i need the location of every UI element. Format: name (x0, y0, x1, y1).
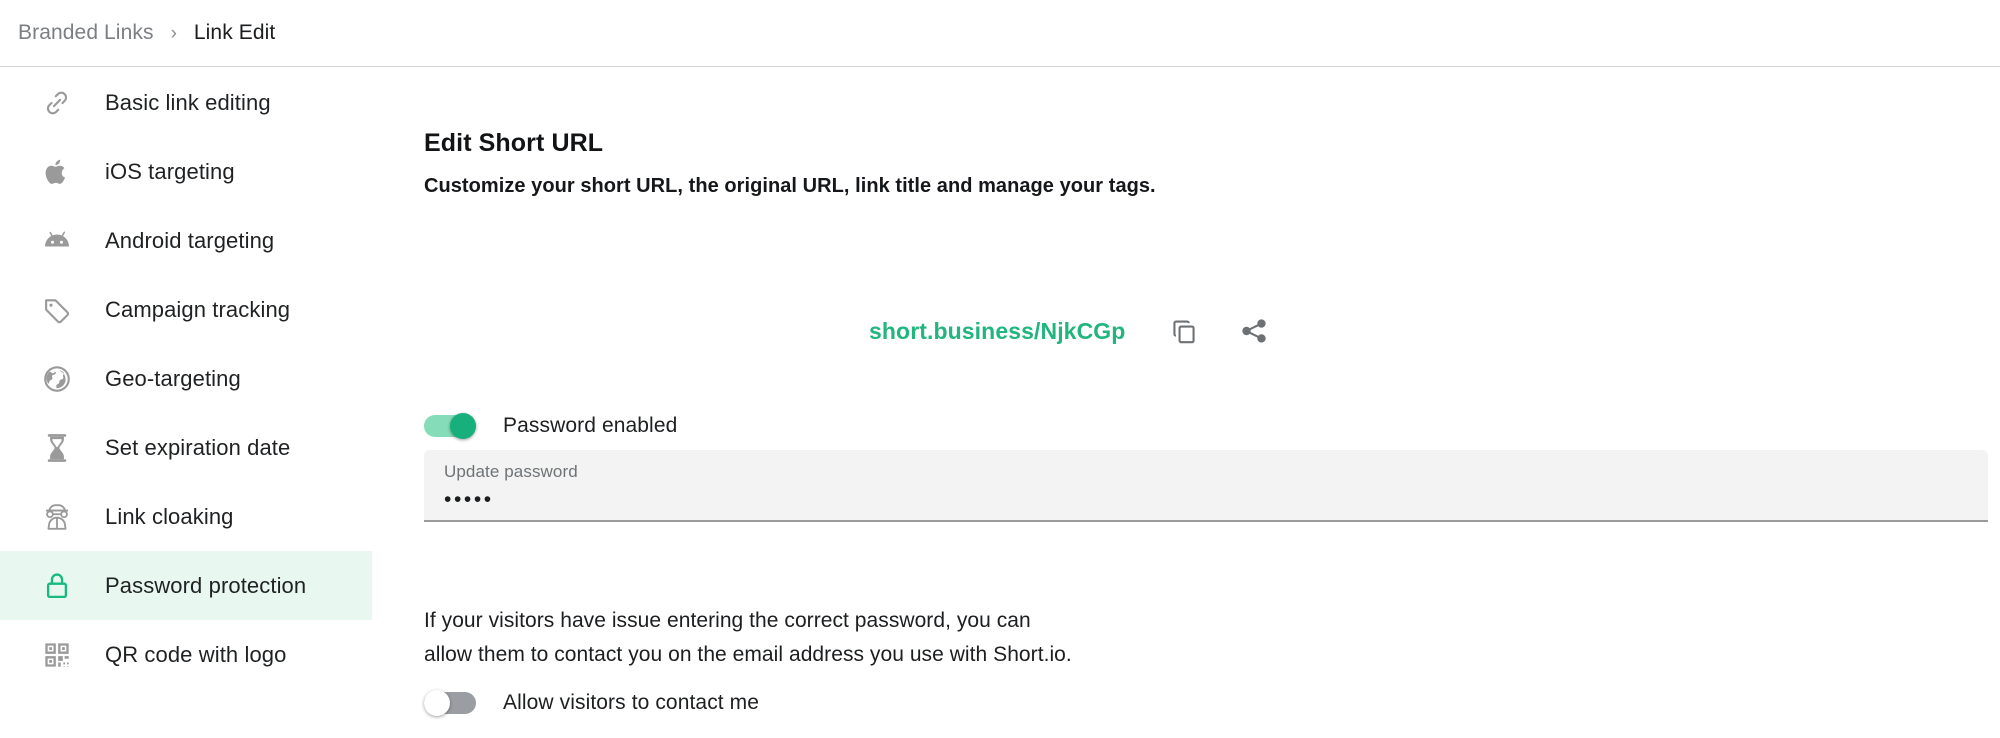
short-url-link[interactable]: short.business/NjkCGp (869, 318, 1125, 345)
sidebar-item-label: QR code with logo (105, 641, 287, 667)
helper-line-1: If your visitors have issue entering the… (424, 609, 1031, 632)
sidebar-item-label: iOS targeting (105, 158, 235, 184)
update-password-field[interactable]: Update password ••••• (424, 450, 1988, 522)
update-password-label: Update password (444, 462, 578, 481)
page-title: Edit Short URL (424, 129, 604, 157)
sidebar-item-set-expiration-date[interactable]: Set expiration date (0, 413, 372, 482)
breadcrumb-bar: Branded Links › Link Edit (0, 0, 2000, 67)
sidebar-nav: Basic link editing iOS targeting Android… (0, 68, 372, 738)
sidebar-item-label: Link cloaking (105, 503, 234, 529)
password-enabled-toggle[interactable] (424, 413, 476, 439)
sidebar-item-label: Set expiration date (105, 434, 291, 460)
main-content: Edit Short URL Customize your short URL,… (424, 68, 2000, 738)
spy-icon (40, 500, 74, 534)
breadcrumb: Branded Links › Link Edit (0, 21, 275, 45)
update-password-input[interactable]: ••••• (444, 488, 494, 512)
sidebar-item-android-targeting[interactable]: Android targeting (0, 206, 372, 275)
sidebar-item-label: Basic link editing (105, 89, 271, 115)
sidebar-item-link-cloaking[interactable]: Link cloaking (0, 482, 372, 551)
sidebar-item-label: Android targeting (105, 227, 275, 253)
breadcrumb-root-link[interactable]: Branded Links (18, 21, 154, 45)
sidebar-item-password-protection[interactable]: Password protection (0, 551, 372, 620)
android-icon (40, 224, 74, 258)
sidebar-item-label: Geo-targeting (105, 365, 241, 391)
allow-contact-label: Allow visitors to contact me (503, 691, 760, 714)
qr-code-icon (40, 638, 74, 672)
breadcrumb-current: Link Edit (193, 21, 276, 44)
apple-icon (40, 155, 74, 189)
sidebar-item-label: Password protection (105, 572, 307, 598)
sidebar-item-ios-targeting[interactable]: iOS targeting (0, 137, 372, 206)
hourglass-icon (40, 431, 74, 465)
sidebar-item-qr-code-with-logo[interactable]: QR code with logo (0, 620, 372, 689)
sidebar-item-campaign-tracking[interactable]: Campaign tracking (0, 275, 372, 344)
toggle-knob (424, 690, 450, 716)
short-url-row: short.business/NjkCGp (869, 314, 1271, 348)
helper-line-2: allow them to contact you on the email a… (424, 643, 1072, 666)
allow-contact-row: Allow visitors to contact me (424, 690, 759, 716)
page-subtitle: Customize your short URL, the original U… (424, 175, 1156, 197)
password-enabled-row: Password enabled (424, 413, 677, 439)
sidebar-item-label: Campaign tracking (105, 296, 291, 322)
chevron-right-icon: › (170, 22, 177, 44)
share-icon[interactable] (1237, 314, 1271, 348)
contact-helper-text: If your visitors have issue entering the… (424, 604, 1072, 672)
globe-icon (40, 362, 74, 396)
password-enabled-label: Password enabled (503, 414, 678, 437)
tag-icon (40, 293, 74, 327)
toggle-knob (450, 413, 476, 439)
sidebar-item-geo-targeting[interactable]: Geo-targeting (0, 344, 372, 413)
allow-contact-toggle[interactable] (424, 690, 476, 716)
sidebar-item-basic-link-editing[interactable]: Basic link editing (0, 68, 372, 137)
link-icon (40, 86, 74, 120)
copy-icon[interactable] (1167, 314, 1201, 348)
lock-icon (40, 569, 74, 603)
